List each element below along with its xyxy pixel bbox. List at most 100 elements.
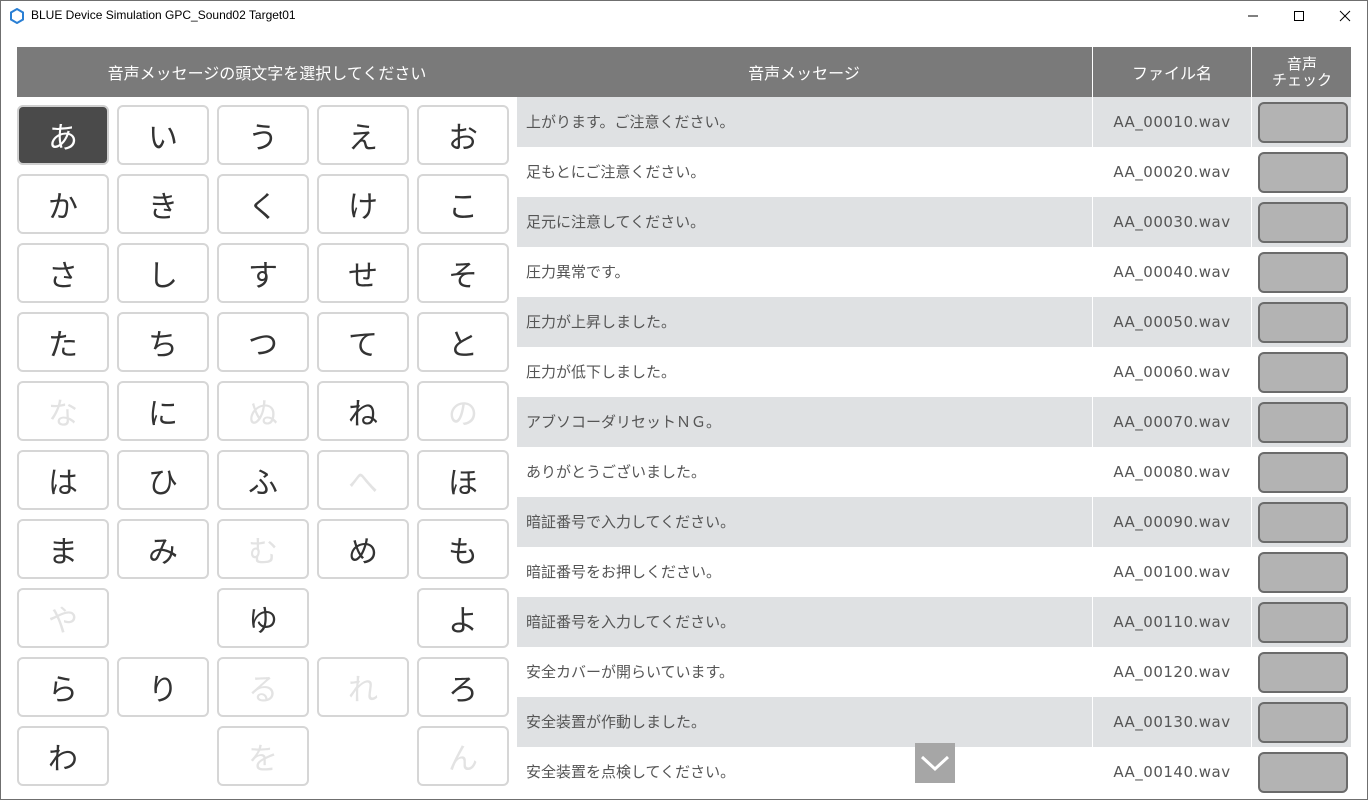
kana-button[interactable]: お [417,105,509,165]
file-name: AA_00100.wav [1092,547,1251,597]
message-text: ありがとうございました。 [526,463,707,481]
kana-button[interactable]: も [417,519,509,579]
kana-button[interactable]: ね [317,381,409,441]
table-row[interactable]: 安全装置が作動しました。 AA_00130.wav [517,697,1351,747]
file-name: AA_00060.wav [1092,347,1251,397]
kana-button[interactable]: わ [17,726,109,786]
kana-selector-panel: 音声メッセージの頭文字を選択してください あいうえおかきくけこさしすせそたちつて… [17,47,517,799]
check-cell [1251,297,1351,347]
column-header-check: 音声 チェック [1251,47,1351,97]
kana-button[interactable]: に [117,381,209,441]
play-check-button[interactable] [1258,252,1348,293]
close-button[interactable] [1322,1,1367,31]
kana-button[interactable]: と [417,312,509,372]
scroll-down-button[interactable] [915,743,955,783]
kana-button[interactable]: か [17,174,109,234]
play-check-button[interactable] [1258,702,1348,743]
file-name: AA_00010.wav [1092,97,1251,147]
kana-button[interactable]: つ [217,312,309,372]
file-name: AA_00120.wav [1092,647,1251,697]
kana-button[interactable]: り [117,657,209,717]
play-check-button[interactable] [1258,602,1348,643]
kana-button[interactable]: け [317,174,409,234]
kana-button[interactable]: ほ [417,450,509,510]
kana-button[interactable]: う [217,105,309,165]
column-header-check-line1: 音声 [1286,55,1317,73]
table-row[interactable]: ありがとうございました。 AA_00080.wav [517,447,1351,497]
minimize-icon [1248,15,1258,17]
kana-button: な [17,381,109,441]
table-row[interactable]: 圧力異常です。 AA_00040.wav [517,247,1351,297]
play-check-button[interactable] [1258,402,1348,443]
title-bar[interactable]: BLUE Device Simulation GPC_Sound02 Targe… [1,1,1367,31]
message-text: 安全装置が作動しました。 [526,713,707,731]
table-row[interactable]: 足もとにご注意ください。 AA_00020.wav [517,147,1351,197]
kana-button[interactable]: し [117,243,209,303]
play-check-button[interactable] [1258,552,1348,593]
app-window: BLUE Device Simulation GPC_Sound02 Targe… [0,0,1368,800]
maximize-button[interactable] [1276,1,1322,31]
message-text: 暗証番号をお押しください。 [526,563,722,581]
kana-button[interactable]: ら [17,657,109,717]
message-text: 上がります。ご注意ください。 [526,113,735,131]
kana-button[interactable]: て [317,312,409,372]
kana-button[interactable]: ゆ [217,588,309,648]
kana-button[interactable]: さ [17,243,109,303]
kana-button: へ [317,450,409,510]
play-check-button[interactable] [1258,352,1348,393]
kana-button[interactable]: く [217,174,309,234]
chevron-down-icon [920,755,950,772]
table-row[interactable]: アブソコーダリセットＮＧ。 AA_00070.wav [517,397,1351,447]
message-text: 足もとにご注意ください。 [526,163,706,181]
file-name: AA_00050.wav [1092,297,1251,347]
hexagon-icon [10,8,24,24]
kana-button[interactable]: こ [417,174,509,234]
message-text: 圧力が上昇しました。 [526,313,677,331]
kana-button: の [417,381,509,441]
kana-button[interactable]: え [317,105,409,165]
table-row[interactable]: 安全カバーが開らいています。 AA_00120.wav [517,647,1351,697]
play-check-button[interactable] [1258,152,1348,193]
kana-button[interactable]: ち [117,312,209,372]
table-row[interactable]: 暗証番号で入力してください。 AA_00090.wav [517,497,1351,547]
table-row[interactable]: 圧力が低下しました。 AA_00060.wav [517,347,1351,397]
play-check-button[interactable] [1258,652,1348,693]
kana-button[interactable]: み [117,519,209,579]
play-check-button[interactable] [1258,452,1348,493]
play-check-button[interactable] [1258,102,1348,143]
table-row[interactable]: 足元に注意してください。 AA_00030.wav [517,197,1351,247]
check-cell [1251,397,1351,447]
kana-button[interactable]: ひ [117,450,209,510]
kana-button: を [217,726,309,786]
voice-message-table: 音声メッセージ ファイル名 音声 チェック 上がります。ご注意ください。 AA_0… [517,47,1351,799]
table-row[interactable]: 暗証番号を入力してください。 AA_00110.wav [517,597,1351,647]
kana-button[interactable]: ま [17,519,109,579]
kana-button: ぬ [217,381,309,441]
kana-button[interactable]: き [117,174,209,234]
check-cell [1251,647,1351,697]
kana-button[interactable]: す [217,243,309,303]
kana-button[interactable]: そ [417,243,509,303]
kana-button[interactable]: せ [317,243,409,303]
kana-button[interactable]: は [17,450,109,510]
file-name: AA_00090.wav [1092,497,1251,547]
table-header: 音声メッセージ ファイル名 音声 チェック [517,47,1351,97]
check-cell [1251,97,1351,147]
kana-button[interactable]: た [17,312,109,372]
kana-button[interactable]: め [317,519,409,579]
kana-button[interactable]: い [117,105,209,165]
minimize-button[interactable] [1230,1,1276,31]
table-row[interactable]: 上がります。ご注意ください。 AA_00010.wav [517,97,1351,147]
table-row[interactable]: 圧力が上昇しました。 AA_00050.wav [517,297,1351,347]
kana-button[interactable]: よ [417,588,509,648]
play-check-button[interactable] [1258,752,1348,793]
kana-button[interactable]: あ [17,105,109,165]
play-check-button[interactable] [1258,202,1348,243]
kana-button: る [217,657,309,717]
table-row[interactable]: 暗証番号をお押しください。 AA_00100.wav [517,547,1351,597]
kana-button[interactable]: ふ [217,450,309,510]
kana-button[interactable]: ろ [417,657,509,717]
play-check-button[interactable] [1258,302,1348,343]
play-check-button[interactable] [1258,502,1348,543]
message-text: アブソコーダリセットＮＧ。 [526,413,722,431]
